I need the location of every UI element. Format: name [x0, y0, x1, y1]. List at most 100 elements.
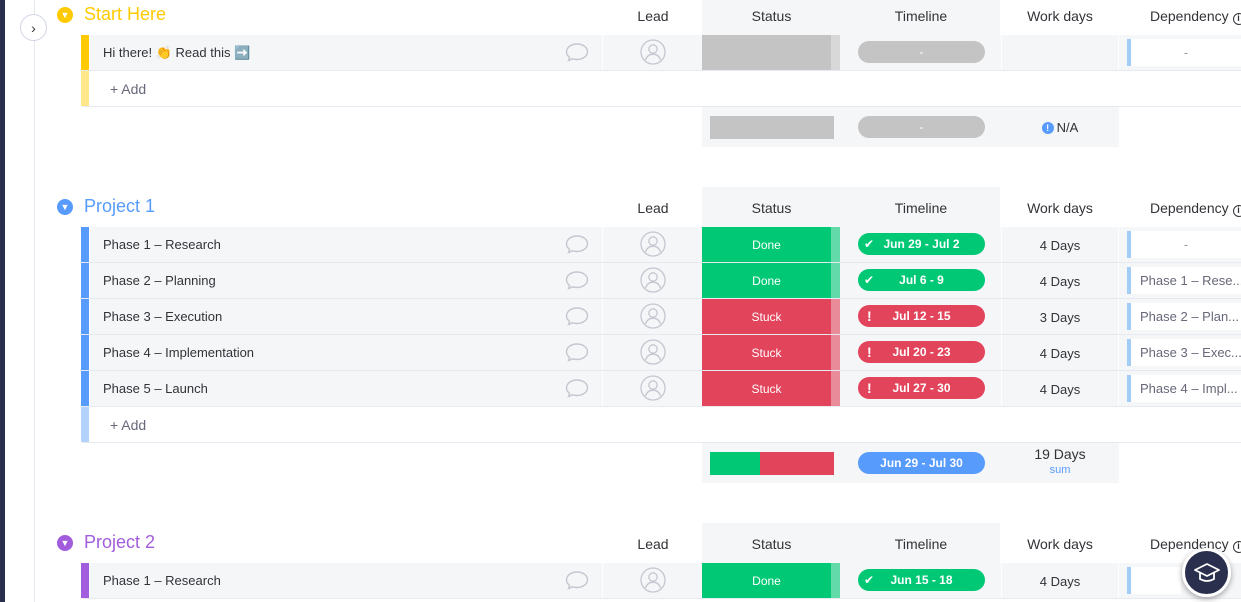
add-item-button[interactable]: + Add [110, 81, 146, 97]
item-name[interactable]: Phase 4 – Implementation [103, 345, 254, 360]
group-title-label: Project 2 [84, 532, 156, 552]
group-title[interactable]: ▼ Project 2 [57, 532, 155, 553]
status-cell-edge [831, 563, 840, 598]
column-header-dependency[interactable]: Dependency i [1119, 536, 1241, 553]
work-days-summary-function[interactable]: sum [1002, 464, 1118, 476]
dependency-header-label: Dependency [1150, 8, 1233, 24]
info-icon[interactable]: ! [1041, 121, 1054, 134]
column-header-lead[interactable]: Lead [603, 536, 703, 552]
add-item-button[interactable]: + Add [110, 417, 146, 433]
left-nav-bar [0, 0, 5, 602]
speech-bubble-icon[interactable] [565, 270, 589, 290]
timeline-summary-pill[interactable]: Jun 29 - Jul 30 [858, 452, 985, 474]
cell-separator [1118, 563, 1119, 598]
dependency-cell[interactable] [1127, 567, 1181, 594]
expand-panel-button[interactable]: › [20, 14, 47, 41]
work-days-value: 4 Days [1039, 238, 1081, 253]
info-icon[interactable]: i [1232, 205, 1241, 217]
item-name[interactable]: Hi there! 👏 Read this ➡️ [103, 45, 250, 61]
learning-center-button[interactable] [1182, 548, 1231, 597]
person-avatar-icon[interactable] [640, 267, 666, 293]
group-title[interactable]: ▼ Project 1 [57, 196, 155, 217]
dependency-cell[interactable]: Phase 4 – Impl... [1127, 375, 1241, 402]
timeline-label: Jul 20 - 23 [892, 345, 951, 359]
item-name[interactable]: Phase 5 – Launch [103, 381, 208, 396]
column-header-lead[interactable]: Lead [603, 200, 703, 216]
info-icon[interactable]: i [1232, 541, 1241, 553]
timeline-pill[interactable]: ✔ Jun 15 - 18 [858, 569, 985, 591]
status-cell[interactable]: Done [702, 563, 831, 598]
person-avatar-icon[interactable] [640, 375, 666, 401]
speech-bubble-icon[interactable] [565, 234, 589, 254]
status-cell[interactable] [702, 35, 831, 70]
timeline-pill[interactable]: ✔ Jul 6 - 9 [858, 269, 985, 291]
cell-separator [1118, 299, 1119, 334]
column-header-dependency[interactable]: Dependency i [1119, 200, 1241, 217]
dependency-cell[interactable]: - [1127, 39, 1241, 66]
chevron-down-icon[interactable]: ▼ [57, 198, 73, 215]
item-name[interactable]: Phase 1 – Research [103, 573, 221, 588]
item-name[interactable]: Phase 2 – Planning [103, 273, 216, 288]
timeline-pill[interactable]: - [858, 41, 985, 63]
row-color-stripe [81, 227, 89, 262]
board-view: › ▼ Start Here Lead Status Timeline Work days… [0, 0, 1241, 602]
row-color-stripe [81, 35, 89, 70]
column-header-timeline[interactable]: Timeline [841, 8, 1001, 24]
work-days-value: 4 Days [1039, 346, 1081, 361]
timeline-label: Jun 15 - 18 [890, 573, 953, 587]
timeline-pill[interactable]: ! Jul 20 - 23 [858, 341, 985, 363]
column-header-timeline[interactable]: Timeline [841, 536, 1001, 552]
cell-separator [1001, 35, 1002, 70]
row-color-stripe [81, 371, 89, 406]
status-summary-done[interactable] [710, 452, 760, 475]
status-cell[interactable]: Done [702, 263, 831, 298]
dependency-cell[interactable]: Phase 1 – Rese... [1127, 267, 1241, 294]
item-name[interactable]: Phase 3 – Execution [103, 309, 222, 324]
column-header-work-days[interactable]: Work days [1001, 200, 1119, 216]
timeline-summary-pill[interactable]: - [858, 116, 985, 138]
column-header-status[interactable]: Status [702, 8, 841, 24]
dependency-cell[interactable]: - [1127, 231, 1241, 258]
status-cell[interactable]: Done [702, 227, 831, 262]
person-avatar-icon[interactable] [640, 39, 666, 65]
column-header-status[interactable]: Status [702, 536, 841, 552]
check-icon: ✔ [864, 573, 875, 587]
timeline-pill[interactable]: ! Jul 27 - 30 [858, 377, 985, 399]
speech-bubble-icon[interactable] [565, 378, 589, 398]
speech-bubble-icon[interactable] [565, 342, 589, 362]
work-days-summary: 19 Days [1034, 446, 1086, 462]
dependency-cell[interactable]: Phase 3 – Exec... [1127, 339, 1241, 366]
speech-bubble-icon[interactable] [565, 42, 589, 62]
speech-bubble-icon[interactable] [565, 306, 589, 326]
cell-separator [1118, 371, 1119, 406]
column-header-status[interactable]: Status [702, 200, 841, 216]
item-name[interactable]: Phase 1 – Research [103, 237, 221, 252]
status-cell[interactable]: Stuck [702, 371, 831, 406]
person-avatar-icon[interactable] [640, 567, 666, 593]
chevron-down-icon[interactable]: ▼ [57, 534, 73, 551]
info-icon[interactable]: i [1232, 13, 1241, 25]
person-avatar-icon[interactable] [640, 339, 666, 365]
column-header-work-days[interactable]: Work days [1001, 536, 1119, 552]
row-divider [82, 70, 1241, 71]
timeline-label: Jul 6 - 9 [899, 273, 944, 287]
person-avatar-icon[interactable] [640, 303, 666, 329]
status-summary-empty[interactable] [710, 116, 834, 139]
status-summary-stuck[interactable] [760, 452, 834, 475]
column-header-dependency[interactable]: Dependency i [1119, 8, 1241, 25]
timeline-label: Jul 12 - 15 [892, 309, 951, 323]
timeline-pill[interactable]: ! Jul 12 - 15 [858, 305, 985, 327]
column-header-work-days[interactable]: Work days [1001, 8, 1119, 24]
timeline-pill[interactable]: ✔ Jun 29 - Jul 2 [858, 233, 985, 255]
speech-bubble-icon[interactable] [565, 570, 589, 590]
status-cell[interactable]: Stuck [702, 335, 831, 370]
dependency-cell[interactable]: Phase 2 – Plan... [1127, 303, 1241, 330]
row-divider [82, 406, 1241, 407]
status-cell[interactable]: Stuck [702, 299, 831, 334]
person-avatar-icon[interactable] [640, 231, 666, 257]
column-header-timeline[interactable]: Timeline [841, 200, 1001, 216]
group-title[interactable]: ▼ Start Here [57, 4, 166, 25]
chevron-down-icon[interactable]: ▼ [57, 6, 73, 23]
chevron-right-icon: › [31, 19, 36, 36]
column-header-lead[interactable]: Lead [603, 8, 703, 24]
